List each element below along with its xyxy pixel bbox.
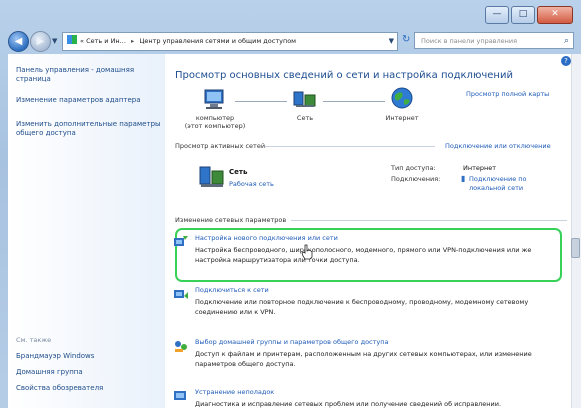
connections-label: Подключения:	[391, 175, 441, 183]
task-troubleshoot: Устранение неполадок Диагностика и испра…	[174, 388, 575, 408]
network-location-type-link[interactable]: Рабочая сеть	[229, 180, 274, 188]
main-pane: ? Просмотр основных сведений о сети и на…	[165, 54, 581, 408]
title-bar: — □ ✕	[0, 0, 581, 28]
map-link-line-1	[235, 101, 287, 102]
troubleshoot-link[interactable]: Устранение неполадок	[195, 388, 575, 396]
new-connection-link[interactable]: Настройка нового подключения или сети	[195, 234, 575, 242]
network-icon	[293, 91, 316, 107]
address-field[interactable]: « Сеть и Ин... ▸ Центр управления сетями…	[62, 32, 398, 51]
homegroup-link[interactable]: Выбор домашней группы и параметров общег…	[195, 338, 575, 346]
connect-disconnect-link[interactable]: Подключение или отключение	[445, 142, 551, 150]
active-networks-divider	[265, 146, 435, 147]
minimize-button[interactable]: —	[485, 6, 509, 24]
internet-globe-icon	[391, 87, 413, 109]
refresh-icon[interactable]: ↻	[402, 34, 410, 45]
active-network-name: Сеть	[229, 168, 248, 176]
recent-pages-dropdown-icon[interactable]: ▼	[52, 37, 57, 45]
help-icon[interactable]: ?	[561, 56, 571, 66]
change-settings-divider	[291, 220, 567, 221]
connect-network-link[interactable]: Подключиться к сети	[195, 286, 575, 294]
breadcrumb-network-center[interactable]: Центр управления сетями и общим доступом	[139, 37, 296, 45]
troubleshoot-description: Диагностика и исправление сетевых пробле…	[195, 400, 502, 408]
address-bar: ◀ ▶ ▼ « Сеть и Ин... ▸ Центр управления …	[0, 28, 581, 54]
left-pane: Панель управления - домашняя страница Из…	[8, 54, 165, 408]
breadcrumb-network[interactable]: Сеть и Ин...	[86, 37, 126, 45]
map-computer-label: компьютер	[195, 114, 235, 122]
map-network-label: Сеть	[296, 114, 314, 122]
map-internet-label: Интернет	[385, 114, 419, 122]
lan-connection-icon: ▮	[461, 174, 466, 183]
lan-connection-link[interactable]: Подключение по локальной сети	[469, 175, 549, 193]
maximize-button[interactable]: □	[511, 6, 535, 24]
active-network-icon	[199, 166, 224, 187]
task-new-connection: Настройка нового подключения или сети На…	[174, 234, 575, 265]
search-icon[interactable]: ⌕	[564, 33, 569, 50]
back-button[interactable]: ◀	[8, 31, 29, 52]
content-area: Панель управления - домашняя страница Из…	[8, 54, 581, 408]
troubleshoot-icon	[174, 391, 186, 400]
access-type-value: Интернет	[463, 164, 497, 172]
map-link-line-2	[323, 101, 385, 102]
computer-icon	[204, 89, 224, 109]
task-homegroup: Выбор домашней группы и параметров общег…	[175, 338, 575, 369]
forward-button[interactable]: ▶	[30, 31, 51, 52]
window: — □ ✕ ◀ ▶ ▼ « Сеть и Ин... ▸ Центр управ…	[0, 0, 581, 408]
see-also-title: См. также	[16, 336, 52, 344]
active-networks-title: Просмотр активных сетей	[175, 142, 266, 150]
see-also-internet-options-link[interactable]: Свойства обозревателя	[16, 384, 161, 393]
hand-cursor-icon	[301, 244, 313, 260]
connect-network-icon	[174, 290, 188, 299]
change-adapter-settings-link[interactable]: Изменение параметров адаптера	[16, 96, 161, 105]
task-connect-network: Подключиться к сети Подключение или повт…	[174, 286, 575, 317]
page-title: Просмотр основных сведений о сети и наст…	[175, 70, 513, 81]
map-computer-sub-label: (этот компьютер)	[184, 122, 246, 130]
control-panel-icon	[67, 35, 77, 44]
new-connection-description: Настройка беспроводного, широкополосного…	[195, 246, 532, 264]
control-panel-home-link[interactable]: Панель управления - домашняя страница	[16, 66, 161, 84]
change-settings-title: Изменение сетевых параметров	[175, 216, 287, 224]
access-type-label: Тип доступа:	[391, 164, 436, 172]
connect-network-description: Подключение или повторное подключение к …	[195, 298, 529, 316]
homegroup-icon	[175, 341, 187, 352]
advanced-sharing-settings-link[interactable]: Изменить дополнительные параметры общего…	[16, 120, 161, 138]
new-connection-icon	[174, 236, 188, 246]
see-also-homegroup-link[interactable]: Домашняя группа	[16, 368, 161, 377]
address-dropdown-icon[interactable]: ▼	[389, 33, 394, 50]
homegroup-description: Доступ к файлам и принтерам, расположенн…	[195, 350, 532, 368]
search-input[interactable]: Поиск в панели управления ⌕	[414, 32, 574, 49]
see-also-firewall-link[interactable]: Брандмауэр Windows	[16, 352, 161, 361]
close-button[interactable]: ✕	[537, 6, 573, 24]
network-map: компьютер (этот компьютер) Сеть Интернет	[165, 84, 581, 144]
